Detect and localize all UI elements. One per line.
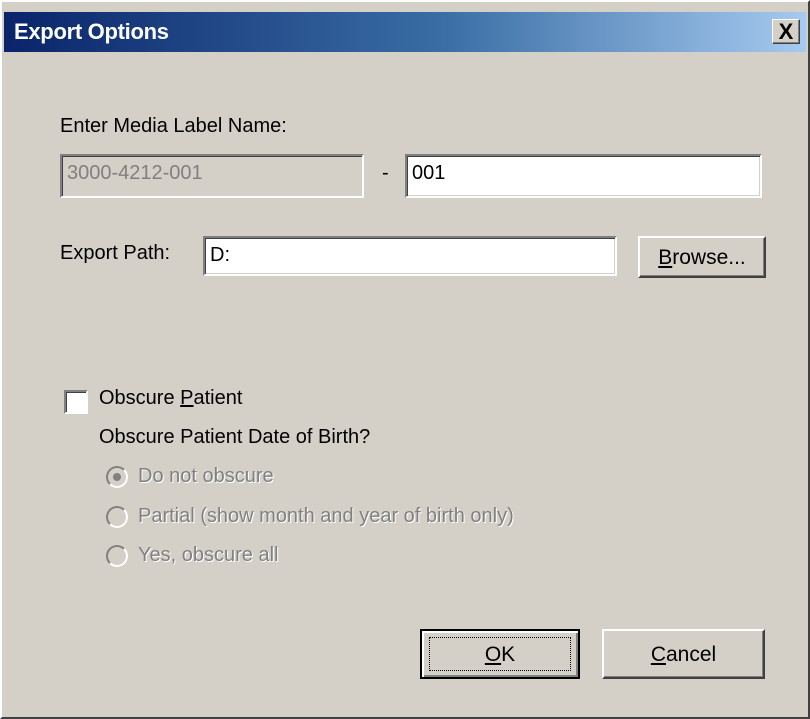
label-separator: -: [382, 162, 389, 184]
media-label-name-label: Enter Media Label Name:: [60, 115, 287, 137]
browse-button[interactable]: Browse...: [638, 236, 766, 278]
radio-partial-label: Partial (show month and year of birth on…: [138, 505, 514, 527]
media-label-prefix-value: 3000-4212-001: [67, 162, 203, 184]
export-options-dialog: Export Options X Enter Media Label Name:…: [0, 0, 810, 719]
close-icon: X: [778, 19, 794, 44]
cancel-button-label: Cancel: [650, 643, 717, 666]
export-path-label: Export Path:: [60, 242, 171, 264]
browse-button-label: Browse...: [658, 246, 746, 269]
export-path-value: D:: [210, 244, 230, 266]
radio-selected-icon: [113, 473, 121, 481]
radio-yes-obscure-all[interactable]: [106, 545, 128, 567]
obscure-patient-label[interactable]: Obscure Patient: [99, 387, 242, 410]
obscure-patient-checkbox[interactable]: [64, 390, 88, 414]
cancel-button[interactable]: Cancel: [602, 629, 765, 679]
radio-partial[interactable]: [106, 506, 128, 528]
radio-do-not-obscure[interactable]: [106, 466, 128, 488]
ok-button-label: OK: [484, 643, 516, 666]
media-label-suffix-input[interactable]: 001: [405, 154, 762, 198]
close-button[interactable]: X: [772, 19, 800, 44]
title-bar[interactable]: Export Options X: [4, 12, 806, 52]
radio-do-not-obscure-label: Do not obscure: [138, 465, 274, 487]
export-path-input[interactable]: D:: [203, 236, 617, 276]
media-label-suffix-value: 001: [412, 162, 446, 184]
ok-button[interactable]: OK: [420, 629, 580, 679]
radio-yes-obscure-all-label: Yes, obscure all: [138, 544, 279, 566]
media-label-prefix-field: 3000-4212-001: [60, 154, 364, 198]
obscure-dob-question: Obscure Patient Date of Birth?: [99, 426, 371, 448]
window-title: Export Options: [14, 19, 169, 44]
